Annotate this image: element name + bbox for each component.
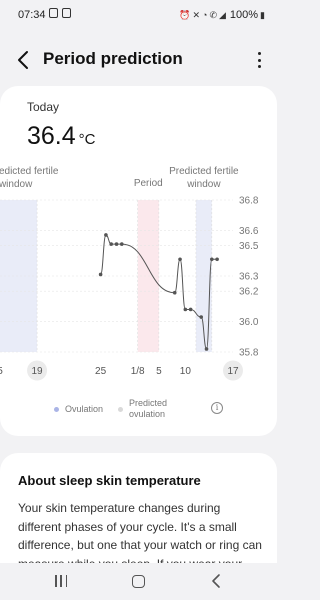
home-button[interactable] — [132, 575, 145, 588]
y-tick-label: 36.5 — [239, 241, 259, 252]
system-nav-bar — [0, 563, 277, 600]
x-tick-label: 5 — [156, 366, 162, 377]
ovulation-dot — [54, 406, 59, 412]
data-point — [104, 233, 108, 237]
wifi-icon: ◔ — [202, 10, 208, 20]
more-options-button[interactable] — [253, 49, 265, 71]
data-point — [204, 347, 209, 351]
nav-back-icon — [212, 574, 220, 588]
temperature-unit: °C — [78, 131, 96, 148]
top-label: edicted fertile — [0, 166, 59, 177]
x-tick-label: 25 — [95, 366, 107, 377]
legend-predicted-line2: ovulation — [129, 409, 166, 419]
top-label: window — [186, 179, 221, 190]
mute-icon: ✕ — [192, 9, 200, 20]
chart-legend: Ovulation Predicted ovulation i — [0, 392, 277, 422]
data-point — [210, 257, 214, 262]
legend-ovulation-label: Ovulation — [65, 404, 104, 414]
data-point — [109, 242, 114, 246]
info-icon: i — [215, 403, 219, 412]
notification-icon — [49, 8, 58, 18]
recents-icon — [55, 575, 57, 587]
legend-predicted-line1: Predicted — [129, 398, 168, 408]
x-tick-label: 17 — [227, 366, 239, 377]
x-tick-label: 1/8 — [131, 366, 145, 377]
battery-level: 100% — [229, 9, 259, 21]
today-label: Today — [27, 100, 60, 114]
data-point — [188, 307, 193, 312]
status-time: 07:34 — [18, 9, 46, 21]
status-icons: ⏰ ✕ ◔ ✆ ◢ 100% ▮ — [179, 9, 265, 21]
today-temperature: 36.4 °C — [27, 122, 96, 151]
y-tick-label: 35.8 — [239, 348, 259, 359]
data-point — [199, 315, 204, 319]
temperature-card: Today 36.4 °C 36.8 36.6 36.5 36.3 36.2 36.0 35… — [0, 86, 277, 436]
nav-back-button[interactable] — [209, 573, 223, 589]
predicted-ovulation-dot — [118, 406, 123, 412]
data-point — [178, 257, 182, 262]
back-button[interactable] — [14, 48, 34, 72]
temperature-value: 36.4 — [27, 122, 76, 150]
call-icon: ✆ — [209, 9, 217, 20]
recents-button[interactable] — [55, 575, 67, 587]
data-point — [98, 272, 103, 277]
data-point — [114, 242, 119, 246]
notification-icon — [62, 8, 71, 18]
y-tick-label: 36.2 — [239, 287, 259, 298]
top-label: Period — [134, 178, 163, 189]
battery-icon: ▮ — [260, 9, 265, 20]
top-label: Predicted fertile — [169, 166, 239, 177]
y-tick-label: 36.8 — [239, 196, 259, 207]
data-point — [215, 257, 219, 262]
info-button[interactable]: i — [211, 402, 223, 414]
y-tick-label: 36.6 — [239, 226, 259, 237]
top-label: window — [0, 179, 33, 190]
data-point — [119, 242, 124, 246]
x-tick-label: 5 — [0, 366, 3, 377]
legend-ovulation: Ovulation — [54, 404, 103, 414]
signal-icon: ◢ — [218, 9, 226, 20]
more-vertical-icon — [257, 52, 261, 55]
y-tick-label: 36.0 — [239, 317, 259, 328]
x-tick-label: 10 — [180, 366, 192, 377]
legend-predicted-ovulation: Predicted ovulation — [118, 398, 167, 420]
about-title: About sleep skin temperature — [18, 473, 201, 488]
data-point — [172, 290, 177, 295]
status-bar: 07:34 ⏰ ✕ ◔ ✆ ◢ 100% ▮ — [0, 0, 277, 28]
alarm-icon: ⏰ — [179, 9, 191, 20]
x-tick-label: 19 — [32, 366, 44, 377]
y-tick-label: 36.3 — [239, 272, 259, 283]
data-point — [183, 307, 188, 312]
page-title: Period prediction — [43, 49, 183, 68]
back-arrow-icon — [18, 51, 28, 69]
app-header: Period prediction — [0, 40, 277, 80]
temperature-chart[interactable]: 36.8 36.6 36.5 36.3 36.2 36.0 35.8 edicted fert… — [0, 162, 277, 392]
